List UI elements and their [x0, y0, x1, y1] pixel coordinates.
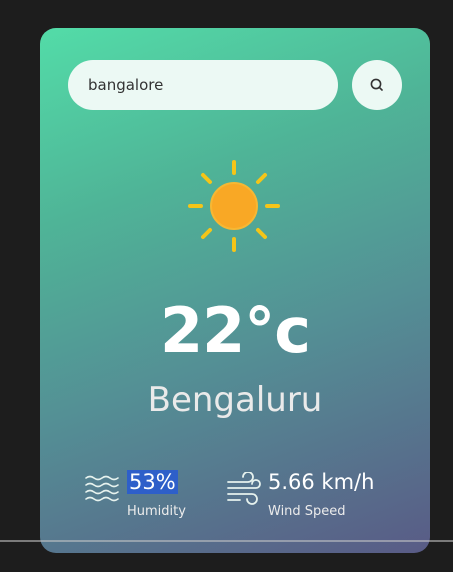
wind-speed-label: Wind Speed	[268, 504, 346, 519]
humidity-block: 53% Humidity	[84, 468, 224, 528]
app-viewport: 22°c Bengaluru 53% Humidity	[0, 0, 453, 572]
search-bar	[68, 60, 402, 110]
humidity-waves-icon	[85, 475, 119, 502]
horizontal-divider	[0, 540, 453, 542]
humidity-label: Humidity	[127, 504, 186, 519]
city-name: Bengaluru	[147, 380, 323, 420]
city-search-input[interactable]	[68, 60, 338, 110]
wind-speed-value: 5.66 km/h	[268, 470, 375, 494]
weather-card: 22°c Bengaluru 53% Humidity	[40, 28, 430, 553]
wind-icon	[227, 472, 261, 505]
sun-icon	[188, 160, 280, 252]
search-button[interactable]	[352, 60, 402, 110]
wind-block: 5.66 km/h Wind Speed	[224, 468, 424, 528]
search-icon	[370, 78, 383, 91]
weather-details: 53% Humidity 5.66 km/h Wind Speed	[84, 468, 404, 528]
temperature-value: 22°c	[159, 294, 311, 367]
humidity-value: 53%	[127, 470, 178, 494]
